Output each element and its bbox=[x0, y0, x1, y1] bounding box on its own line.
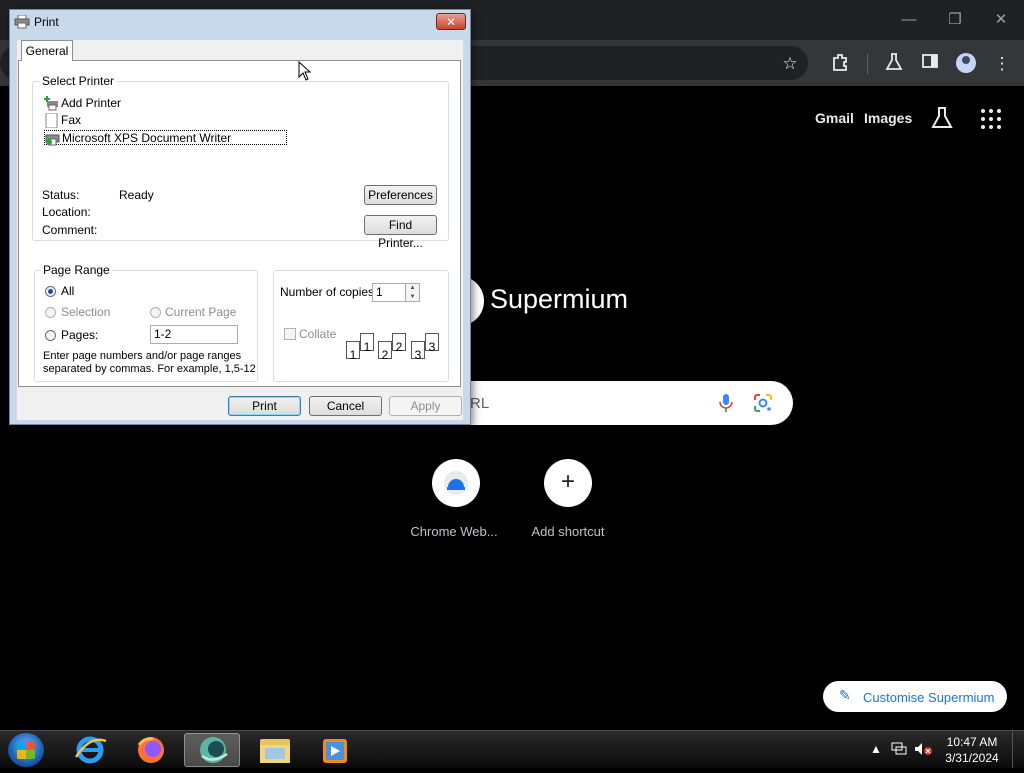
dialog-body: General Select Printer Add Printer Fax M… bbox=[17, 40, 463, 420]
shortcut-label-add: Add shortcut bbox=[531, 524, 605, 539]
current-page-label: Current Page bbox=[165, 305, 237, 319]
preferences-button[interactable]: Preferences bbox=[364, 185, 437, 205]
labs-flask-icon[interactable] bbox=[882, 52, 906, 76]
copies-input[interactable]: 1 bbox=[372, 283, 406, 302]
profile-avatar-icon[interactable] bbox=[956, 53, 976, 73]
labs-icon[interactable] bbox=[930, 105, 954, 131]
page-range-group: Page Range All Selection Current Page Pa… bbox=[34, 263, 258, 382]
extensions-icon[interactable] bbox=[828, 52, 852, 76]
add-printer-icon bbox=[44, 96, 59, 111]
plus-icon: + bbox=[560, 468, 575, 495]
tray-clock[interactable]: 10:47 AM 3/31/2024 bbox=[940, 734, 1004, 766]
page-range-hint-2: separated by commas. For example, 1,5-12 bbox=[43, 363, 256, 375]
select-printer-group: Select Printer Add Printer Fax Microsoft… bbox=[32, 74, 449, 250]
clock-date: 3/31/2024 bbox=[945, 751, 999, 765]
shortcut-label-web-store: Chrome Web... bbox=[410, 524, 498, 539]
gmail-link[interactable]: Gmail bbox=[815, 110, 854, 126]
close-window-button[interactable]: ✕ bbox=[989, 8, 1013, 32]
mouse-cursor-icon bbox=[298, 60, 312, 81]
internet-explorer-icon[interactable] bbox=[62, 733, 118, 767]
find-printer-button[interactable]: Find Printer... bbox=[364, 215, 437, 250]
dialog-title: Print bbox=[34, 15, 59, 29]
page-range-title: Page Range bbox=[41, 263, 112, 277]
show-desktop-button[interactable] bbox=[1012, 731, 1024, 768]
apply-button[interactable]: Apply bbox=[389, 396, 462, 416]
print-button[interactable]: Print bbox=[228, 396, 301, 416]
add-shortcut-button[interactable]: + bbox=[544, 459, 592, 507]
location-label: Location: bbox=[42, 205, 91, 219]
start-button-icon[interactable] bbox=[8, 733, 44, 767]
brand-title: Supermium bbox=[490, 284, 629, 314]
web-store-icon bbox=[444, 471, 468, 495]
copies-label: Number of copies: bbox=[280, 285, 378, 299]
google-apps-icon[interactable] bbox=[980, 108, 1002, 130]
spin-up-icon[interactable]: ▲ bbox=[406, 284, 419, 292]
minimize-button[interactable]: — bbox=[897, 8, 921, 32]
firefox-icon[interactable] bbox=[123, 733, 179, 767]
clock-time: 10:47 AM bbox=[946, 735, 998, 749]
pages-label: Pages: bbox=[61, 328, 99, 342]
printer-title-icon bbox=[14, 14, 30, 29]
tab-general[interactable]: General bbox=[21, 40, 73, 61]
page-range-hint-1: Enter page numbers and/or page ranges bbox=[43, 350, 242, 362]
tab-panel: Select Printer Add Printer Fax Microsoft… bbox=[18, 60, 461, 387]
spin-down-icon[interactable]: ▼ bbox=[406, 293, 419, 301]
comment-label: Comment: bbox=[42, 223, 98, 237]
status-value: Ready bbox=[119, 188, 154, 202]
media-player-icon[interactable] bbox=[307, 733, 363, 767]
menu-kebab-icon[interactable]: ⋮ bbox=[990, 52, 1014, 76]
copies-spinner[interactable]: ▲ ▼ bbox=[405, 283, 420, 302]
customise-button[interactable]: ✎ Customise Supermium bbox=[823, 681, 1007, 712]
printer-item-xps[interactable]: Microsoft XPS Document Writer bbox=[44, 130, 287, 146]
shortcut-chrome-web-store[interactable] bbox=[432, 459, 480, 507]
printer-list[interactable]: Add Printer Fax Microsoft XPS Document W… bbox=[33, 82, 448, 172]
volume-muted-icon[interactable] bbox=[914, 742, 932, 759]
side-panel-icon[interactable] bbox=[918, 52, 942, 76]
printer-icon bbox=[45, 131, 60, 146]
print-dialog: Print ✕ General Select Printer Add Print… bbox=[9, 9, 471, 425]
microphone-icon[interactable] bbox=[716, 392, 736, 414]
all-label: All bbox=[61, 284, 75, 298]
search-box[interactable] bbox=[440, 381, 793, 425]
fax-icon bbox=[44, 112, 59, 129]
supermium-taskbar-icon[interactable] bbox=[184, 733, 240, 767]
copies-group: Number of copies: 1 ▲ ▼ Collate 1 1 2 2 … bbox=[273, 270, 449, 382]
dialog-close-button[interactable]: ✕ bbox=[436, 13, 466, 30]
selection-label: Selection bbox=[61, 305, 111, 319]
restore-button[interactable]: ❐ bbox=[943, 8, 967, 32]
radio-selection[interactable] bbox=[45, 307, 56, 318]
bookmark-star-icon[interactable]: ☆ bbox=[778, 52, 802, 76]
taskbar: ▲ 10:47 AM 3/31/2024 bbox=[0, 730, 1024, 768]
radio-pages[interactable] bbox=[45, 330, 56, 341]
radio-current-page[interactable] bbox=[150, 307, 161, 318]
cancel-button[interactable]: Cancel bbox=[309, 396, 382, 416]
pages-input[interactable]: 1-2 bbox=[150, 325, 238, 344]
collate-label: Collate bbox=[299, 327, 337, 341]
file-explorer-icon[interactable] bbox=[247, 733, 303, 767]
images-link[interactable]: Images bbox=[864, 110, 912, 126]
toolbar-separator bbox=[867, 54, 868, 74]
network-icon[interactable] bbox=[891, 742, 907, 759]
radio-all[interactable] bbox=[45, 286, 56, 297]
google-lens-icon[interactable] bbox=[752, 392, 774, 414]
collate-checkbox[interactable] bbox=[284, 328, 296, 340]
status-label: Status: bbox=[42, 188, 80, 202]
search-placeholder: RL bbox=[470, 395, 490, 412]
customise-label: Customise Supermium bbox=[863, 690, 995, 705]
pencil-icon: ✎ bbox=[839, 687, 851, 703]
show-hidden-icons[interactable]: ▲ bbox=[870, 742, 882, 756]
